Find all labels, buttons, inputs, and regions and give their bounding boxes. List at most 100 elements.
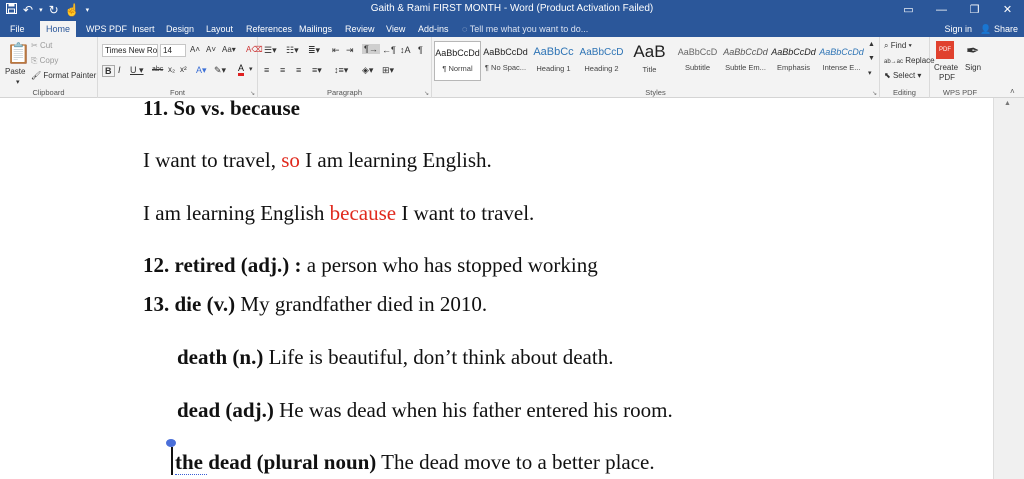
paste-dropdown-icon[interactable]: ▾ [16, 78, 20, 86]
tab-mailings[interactable]: Mailings [293, 21, 338, 37]
multilevel-list-icon[interactable]: ≣▾ [308, 45, 320, 56]
change-case-icon[interactable]: Aa▾ [222, 45, 236, 54]
sign-in-link[interactable]: Sign in [944, 21, 972, 37]
text-effects-icon[interactable]: A▾ [196, 65, 207, 76]
strikethrough-icon[interactable]: abc [152, 66, 163, 73]
paste-icon[interactable]: 📋 [6, 41, 31, 66]
replace-button[interactable]: ab→ac Replace [884, 56, 935, 65]
style-intense-emphasis[interactable]: AaBbCcDd Intense E... [818, 41, 865, 81]
minimize-icon[interactable]: — [925, 0, 958, 21]
style-title[interactable]: AaB Title [626, 41, 673, 81]
find-label: Find [890, 41, 907, 50]
style-name: Subtitle [684, 63, 711, 72]
style-heading-1[interactable]: AaBbCc Heading 1 [530, 41, 577, 81]
tab-insert[interactable]: Insert [126, 21, 161, 37]
find-button[interactable]: ⌕ Find ▾ [884, 41, 912, 51]
tab-design[interactable]: Design [160, 21, 200, 37]
style-normal[interactable]: AaBbCcDd ¶ Normal [434, 41, 481, 81]
align-right-icon[interactable]: ≡ [296, 65, 301, 75]
cursor-handle[interactable] [166, 439, 176, 447]
sign-label[interactable]: Sign [965, 63, 981, 72]
style-heading-2[interactable]: AaBbCcD Heading 2 [578, 41, 625, 81]
style-no-spacing[interactable]: AaBbCcDd ¶ No Spac... [482, 41, 529, 81]
increase-indent-icon[interactable]: ⇥ [346, 45, 354, 56]
entry-death: death (n.) Life is beautiful, don’t thin… [177, 345, 613, 370]
scroll-up-icon[interactable]: ▲ [1004, 100, 1011, 107]
ribbon-display-options-icon[interactable]: ▭ [892, 0, 925, 21]
show-formatting-marks-icon[interactable]: ¶ [418, 45, 423, 55]
decrease-indent-icon[interactable]: ⇤ [332, 45, 340, 56]
paste-button[interactable]: Paste [5, 67, 25, 76]
styles-dialog-launcher-icon[interactable]: ↘ [872, 90, 877, 97]
collapse-ribbon-icon[interactable]: ˄ [1010, 87, 1015, 96]
select-button[interactable]: ⬉ Select ▾ [884, 71, 921, 80]
bullets-icon[interactable]: ☰▾ [264, 45, 277, 56]
paragraph-dialog-launcher-icon[interactable]: ↘ [424, 90, 429, 97]
share-button[interactable]: 👤 Share [980, 21, 1018, 37]
format-painter-button[interactable]: 🖌 Format Painter [31, 71, 96, 80]
paragraph-group: ☰▾ ☷▾ ≣▾ ⇤ ⇥ ¶→ ←¶ ↕A ¶ ≡ ≡ ≡ ≡▾ ↕≡▾ ◈▾ … [258, 37, 432, 98]
style-subtle-emphasis[interactable]: AaBbCcDd Subtle Em... [722, 41, 769, 81]
tab-view[interactable]: View [380, 21, 411, 37]
shrink-font-icon[interactable]: A˅ [206, 45, 216, 54]
tab-layout[interactable]: Layout [200, 21, 239, 37]
text-span: I want to travel, [143, 148, 282, 172]
font-color-dropdown-icon[interactable]: ▾ [249, 65, 253, 73]
wps-pdf-group-label: WPS PDF [942, 88, 978, 97]
vertical-scrollbar[interactable]: ▲ [993, 98, 1024, 479]
entry-12-retired: 12. retired (adj.) : a person who has st… [143, 253, 598, 278]
ltr-direction-icon[interactable]: ¶→ [362, 44, 380, 54]
borders-icon[interactable]: ⊞▾ [382, 65, 394, 76]
create-pdf-label[interactable]: Create [934, 63, 958, 72]
copy-icon: ⎘ [31, 56, 38, 65]
align-center-icon[interactable]: ≡ [280, 65, 285, 75]
underline-icon[interactable]: U ▾ [130, 65, 144, 76]
entry-example: The dead move to a better place. [376, 450, 655, 474]
tell-me-box[interactable]: ◌ Tell me what you want to do... [462, 21, 588, 37]
create-pdf-icon[interactable]: PDF [936, 41, 954, 59]
text-span: I want to travel. [396, 201, 535, 225]
font-size-combobox[interactable]: 14 [160, 44, 186, 57]
sign-pen-icon[interactable]: ✒ [966, 41, 979, 61]
style-sample: AaBbCcD [579, 47, 624, 58]
keyword-because: because [329, 201, 397, 225]
cut-button[interactable]: ✂ Cut [31, 41, 52, 50]
tab-add-ins[interactable]: Add-ins [412, 21, 455, 37]
close-icon[interactable]: ✕ [991, 0, 1024, 21]
highlight-color-icon[interactable]: ✎▾ [214, 65, 226, 76]
align-left-icon[interactable]: ≡ [264, 65, 269, 75]
window-controls: ▭ — ❐ ✕ [892, 0, 1024, 21]
styles-scroll-down-icon[interactable]: ▼ [868, 55, 875, 62]
line-spacing-icon[interactable]: ↕≡▾ [334, 65, 348, 76]
justify-icon[interactable]: ≡▾ [312, 65, 322, 76]
entry-term: dead (adj.) [177, 398, 274, 422]
pdf-label[interactable]: PDF [939, 73, 955, 82]
shading-icon[interactable]: ◈▾ [362, 65, 373, 76]
copy-button[interactable]: ⎘ Copy [31, 56, 58, 66]
styles-more-icon[interactable]: ▾ [868, 69, 872, 77]
entry-the-dead: the dead (plural noun) The dead move to … [175, 450, 655, 475]
style-emphasis[interactable]: AaBbCcDd Emphasis [770, 41, 817, 81]
style-name: ¶ No Spac... [484, 63, 527, 72]
tab-references[interactable]: References [240, 21, 298, 37]
italic-icon[interactable]: I [118, 65, 121, 75]
cut-label: Cut [39, 41, 53, 50]
ribbon-tabs: File Home WPS PDF Insert Design Layout R… [0, 21, 1024, 38]
rtl-direction-icon[interactable]: ←¶ [382, 45, 396, 55]
grow-font-icon[interactable]: A˄ [190, 45, 200, 54]
superscript-icon[interactable]: x² [180, 65, 187, 74]
numbering-icon[interactable]: ☷▾ [286, 45, 299, 56]
sort-icon[interactable]: ↕A [400, 45, 411, 55]
style-subtitle[interactable]: AaBbCcD Subtitle [674, 41, 721, 81]
lightbulb-icon: ◌ [462, 24, 468, 34]
font-color-icon[interactable]: A [238, 64, 245, 76]
tab-file[interactable]: File [4, 21, 31, 37]
styles-scroll-up-icon[interactable]: ▲ [868, 41, 875, 48]
restore-icon[interactable]: ❐ [958, 0, 991, 21]
font-name-combobox[interactable]: Times New Ro [102, 44, 158, 57]
tab-home[interactable]: Home [40, 21, 77, 38]
tab-review[interactable]: Review [339, 21, 381, 37]
subscript-icon[interactable]: x₂ [168, 65, 175, 74]
bold-icon[interactable]: B [102, 65, 115, 77]
editing-group: ⌕ Find ▾ ab→ac Replace ⬉ Select ▾ Editin… [880, 37, 935, 98]
